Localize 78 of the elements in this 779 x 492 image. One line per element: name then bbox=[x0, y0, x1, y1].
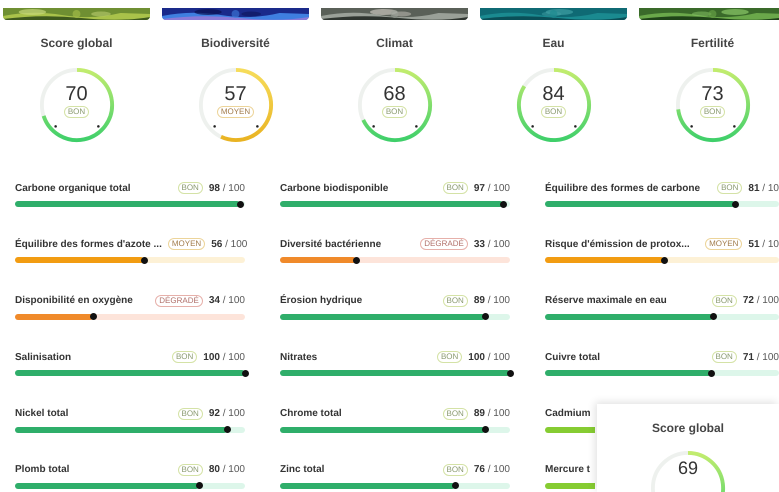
score-value: 84 bbox=[542, 83, 565, 105]
metric-score: 100 / 100 bbox=[203, 352, 245, 363]
card-title: Fertilité bbox=[690, 36, 734, 50]
metric-score: 97 / 100 bbox=[474, 182, 510, 194]
status-badge: BON bbox=[712, 294, 737, 307]
status-badge: MOYEN bbox=[168, 238, 206, 250]
progress-marker bbox=[242, 370, 249, 377]
metric-score: 56 / 100 bbox=[211, 238, 248, 250]
status-badge: DÉGRADÉ bbox=[155, 294, 203, 307]
metric-label: Risque d'émission de protox... bbox=[545, 238, 690, 250]
metric-score: 51 / 10 bbox=[748, 238, 779, 250]
progress-marker bbox=[708, 370, 716, 377]
score-value: 57 bbox=[224, 83, 247, 105]
metric-score: 81 / 10 bbox=[748, 182, 779, 194]
bar-segment bbox=[545, 482, 595, 489]
status-badge: BON bbox=[717, 182, 742, 194]
metric-label: Carbone biodisponible bbox=[280, 182, 388, 194]
metric-score: 72 / 100 bbox=[742, 295, 779, 306]
metric-score: 89 / 100 bbox=[474, 295, 510, 306]
metric-label: Mercure t bbox=[545, 464, 590, 476]
metric-score: 89 / 100 bbox=[474, 408, 510, 420]
status-badge: BON bbox=[442, 464, 468, 476]
status-badge: BON bbox=[178, 182, 203, 194]
metric-label: Réserve maximale en eau bbox=[545, 295, 667, 306]
metric-score: 100 / 100 bbox=[468, 352, 510, 363]
status-badge: BON bbox=[442, 182, 468, 194]
metric-score: 34 / 100 bbox=[208, 295, 245, 306]
progress-marker bbox=[237, 200, 244, 208]
status-badge: BON bbox=[64, 106, 90, 118]
metric-label: Équilibre des formes d'azote ... bbox=[15, 238, 162, 250]
score-value: 73 bbox=[701, 83, 724, 105]
status-badge: BON bbox=[540, 106, 566, 118]
status-badge: BON bbox=[382, 106, 408, 118]
metric-label: Disponibilité en oxygène bbox=[15, 295, 133, 306]
card-title: Eau bbox=[542, 36, 564, 50]
metric-label: Chrome total bbox=[280, 408, 342, 420]
metric-label: Cuivre total bbox=[545, 352, 600, 363]
metric-score: 92 / 100 bbox=[208, 408, 245, 420]
progress-marker bbox=[500, 200, 508, 208]
metric-label: Équilibre des formes de carbone bbox=[545, 182, 700, 194]
metric-score: 71 / 100 bbox=[742, 352, 779, 363]
status-badge: BON bbox=[712, 351, 737, 364]
metric-label: Carbone organique total bbox=[15, 182, 131, 194]
status-badge: BON bbox=[178, 464, 203, 476]
progress-marker bbox=[661, 256, 668, 264]
progress-marker bbox=[507, 370, 514, 377]
metric-score: 80 / 100 bbox=[208, 464, 245, 476]
metric-label: Nitrates bbox=[280, 352, 318, 363]
status-badge: BON bbox=[442, 294, 468, 307]
metric-label: Nickel total bbox=[15, 408, 68, 420]
card-title: Score global bbox=[652, 421, 724, 435]
score-value: 69 bbox=[678, 461, 698, 475]
status-badge: BON bbox=[436, 351, 462, 364]
card-title: Climat bbox=[376, 36, 413, 50]
status-badge: MOYEN bbox=[216, 106, 254, 118]
progress-marker bbox=[710, 313, 718, 320]
bar-segment bbox=[545, 426, 595, 433]
metric-label: Salinisation bbox=[15, 352, 72, 363]
metric-label: Érosion hydrique bbox=[280, 295, 362, 306]
metric-score: 76 / 100 bbox=[474, 464, 510, 476]
status-badge: MOYEN bbox=[705, 238, 742, 250]
metric-label: Plomb total bbox=[15, 464, 70, 476]
metric-label: Cadmium bbox=[545, 408, 591, 420]
progress-marker bbox=[90, 313, 98, 320]
card-title: Biodiversité bbox=[201, 36, 270, 50]
metric-label: Zinc total bbox=[280, 464, 324, 476]
status-badge: BON bbox=[172, 351, 198, 364]
status-badge: BON bbox=[700, 106, 726, 118]
metric-score: 98 / 100 bbox=[208, 182, 245, 194]
status-badge: DÉGRADÉ bbox=[420, 238, 468, 250]
card-title: Score global bbox=[40, 36, 113, 50]
progress-marker bbox=[196, 482, 203, 490]
metric-score: 33 / 100 bbox=[474, 238, 510, 250]
status-badge: BON bbox=[178, 408, 203, 420]
metric-label: Diversité bactérienne bbox=[280, 238, 382, 250]
score-value: 68 bbox=[383, 83, 406, 105]
status-badge: BON bbox=[442, 408, 468, 420]
score-value: 70 bbox=[65, 83, 88, 105]
